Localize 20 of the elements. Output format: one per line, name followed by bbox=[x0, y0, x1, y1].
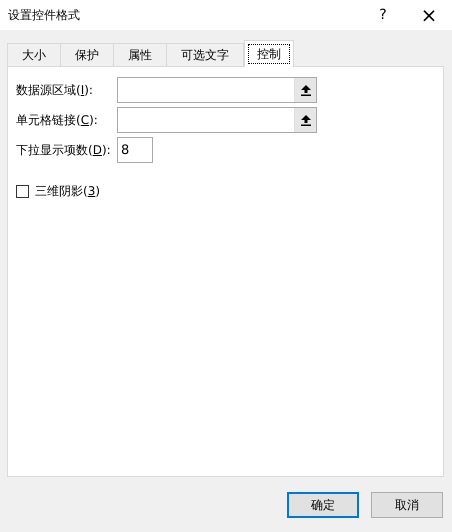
field-label: 单元格链接(C): bbox=[16, 112, 99, 128]
field-label: 下拉显示项数(D): bbox=[16, 142, 112, 158]
field-label: 数据源区域(I): bbox=[16, 82, 94, 98]
up-arrow-icon bbox=[300, 114, 310, 126]
dialog-button[interactable]: 取消 bbox=[371, 492, 443, 518]
checkbox-label[interactable]: 三维阴影(3) bbox=[35, 183, 136, 200]
window-title: 设置控件格式 bbox=[7, 6, 81, 24]
collapse-dialog-button[interactable] bbox=[294, 78, 316, 102]
tab[interactable]: 控制 bbox=[244, 40, 294, 67]
help-button[interactable]: ? bbox=[360, 0, 406, 30]
close-button[interactable]: × bbox=[406, 0, 452, 30]
input-field[interactable] bbox=[117, 107, 317, 133]
checkbox[interactable] bbox=[16, 185, 29, 198]
collapse-dialog-button[interactable] bbox=[294, 108, 316, 132]
input-field[interactable] bbox=[117, 77, 317, 103]
dialog-button[interactable]: 确定 bbox=[287, 492, 359, 518]
input-field[interactable]: 8 bbox=[117, 137, 153, 163]
tab[interactable]: 大小 bbox=[7, 43, 61, 66]
up-arrow-icon bbox=[300, 84, 310, 96]
tab[interactable]: 可选文字 bbox=[166, 43, 244, 66]
